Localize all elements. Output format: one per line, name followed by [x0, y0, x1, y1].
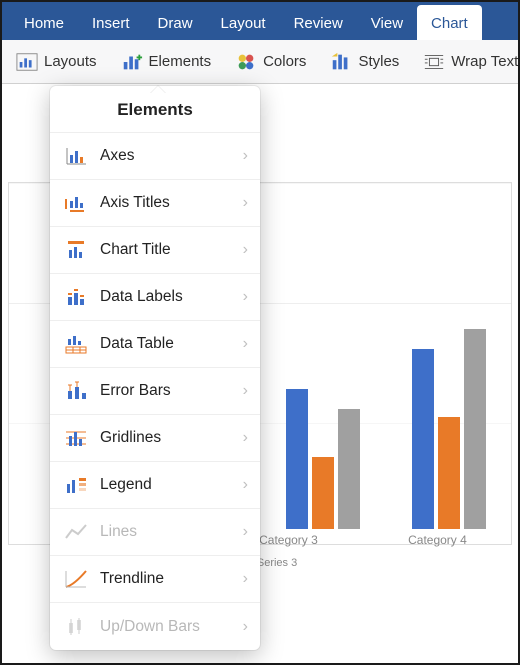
chevron-right-icon: ›: [243, 570, 248, 588]
tab-home[interactable]: Home: [10, 5, 78, 40]
bar-s2-c3: [312, 457, 334, 529]
colors-label: Colors: [263, 53, 306, 70]
updown-bars-icon: [64, 617, 88, 637]
chevron-right-icon: ›: [243, 288, 248, 306]
elements-label: Elements: [149, 53, 212, 70]
axes-icon: [64, 146, 88, 166]
elements-popover: Elements Axes › Axis Titles › Chart Titl…: [50, 86, 260, 650]
elements-item-data-table[interactable]: Data Table ›: [50, 321, 260, 368]
item-label: Error Bars: [100, 382, 171, 400]
tab-review[interactable]: Review: [280, 5, 357, 40]
tab-draw[interactable]: Draw: [144, 5, 207, 40]
chevron-right-icon: ›: [243, 429, 248, 447]
chevron-right-icon: ›: [243, 147, 248, 165]
elements-item-trendline[interactable]: Trendline ›: [50, 556, 260, 603]
cat-label-4: Category 4: [408, 533, 467, 547]
tab-insert[interactable]: Insert: [78, 5, 144, 40]
data-table-icon: [64, 334, 88, 354]
chevron-right-icon: ›: [243, 335, 248, 353]
popover-title: Elements: [50, 86, 260, 133]
item-label: Chart Title: [100, 241, 171, 259]
cluster-3: [278, 389, 368, 529]
elements-button[interactable]: Elements: [111, 45, 222, 79]
elements-item-legend[interactable]: Legend ›: [50, 462, 260, 509]
elements-item-updown-bars: Up/Down Bars ›: [50, 603, 260, 650]
colors-icon: [235, 51, 257, 73]
bar-s3-c4: [464, 329, 486, 529]
wrap-text-button[interactable]: Wrap Text: [413, 45, 518, 79]
trendline-icon: [64, 569, 88, 589]
elements-item-data-labels[interactable]: Data Labels ›: [50, 274, 260, 321]
tab-layout[interactable]: Layout: [207, 5, 280, 40]
item-label: Axes: [100, 147, 134, 165]
item-label: Legend: [100, 476, 152, 494]
bar-s1-c4: [412, 349, 434, 529]
legend-icon: [64, 475, 88, 495]
item-label: Axis Titles: [100, 194, 170, 212]
item-label: Gridlines: [100, 429, 161, 447]
item-label: Data Table: [100, 335, 174, 353]
styles-icon: [330, 51, 352, 73]
wrap-text-label: Wrap Text: [451, 53, 518, 70]
bar-s1-c3: [286, 389, 308, 529]
chevron-right-icon: ›: [243, 194, 248, 212]
chevron-right-icon: ›: [243, 241, 248, 259]
item-label: Up/Down Bars: [100, 618, 200, 636]
error-bars-icon: [64, 381, 88, 401]
chevron-right-icon: ›: [243, 523, 248, 541]
elements-item-gridlines[interactable]: Gridlines ›: [50, 415, 260, 462]
ribbon-tabbar: Home Insert Draw Layout Review View Char…: [2, 2, 518, 40]
layouts-button[interactable]: Layouts: [6, 45, 107, 79]
layouts-label: Layouts: [44, 53, 97, 70]
elements-item-error-bars[interactable]: Error Bars ›: [50, 368, 260, 415]
elements-item-lines: Lines ›: [50, 509, 260, 556]
item-label: Trendline: [100, 570, 164, 588]
wrap-text-icon: [423, 51, 445, 73]
item-label: Data Labels: [100, 288, 183, 306]
elements-icon: [121, 51, 143, 73]
gridlines-icon: [64, 428, 88, 448]
bar-s2-c4: [438, 417, 460, 529]
tab-chart[interactable]: Chart: [417, 5, 482, 40]
elements-item-axis-titles[interactable]: Axis Titles ›: [50, 180, 260, 227]
axis-titles-icon: [64, 193, 88, 213]
styles-label: Styles: [358, 53, 399, 70]
chart-title-icon: [64, 240, 88, 260]
elements-item-axes[interactable]: Axes ›: [50, 133, 260, 180]
tab-view[interactable]: View: [357, 5, 417, 40]
chart-toolbar: Layouts Elements Colors Styles Wrap Text: [2, 40, 518, 84]
cluster-4: [404, 329, 494, 529]
elements-item-chart-title[interactable]: Chart Title ›: [50, 227, 260, 274]
cat-label-3: Category 3: [259, 533, 318, 547]
colors-button[interactable]: Colors: [225, 45, 316, 79]
bar-s3-c3: [338, 409, 360, 529]
data-labels-icon: [64, 287, 88, 307]
item-label: Lines: [100, 523, 137, 541]
styles-button[interactable]: Styles: [320, 45, 409, 79]
chevron-right-icon: ›: [243, 382, 248, 400]
lines-icon: [64, 522, 88, 542]
chevron-right-icon: ›: [243, 476, 248, 494]
chevron-right-icon: ›: [243, 618, 248, 636]
layouts-icon: [16, 51, 38, 73]
